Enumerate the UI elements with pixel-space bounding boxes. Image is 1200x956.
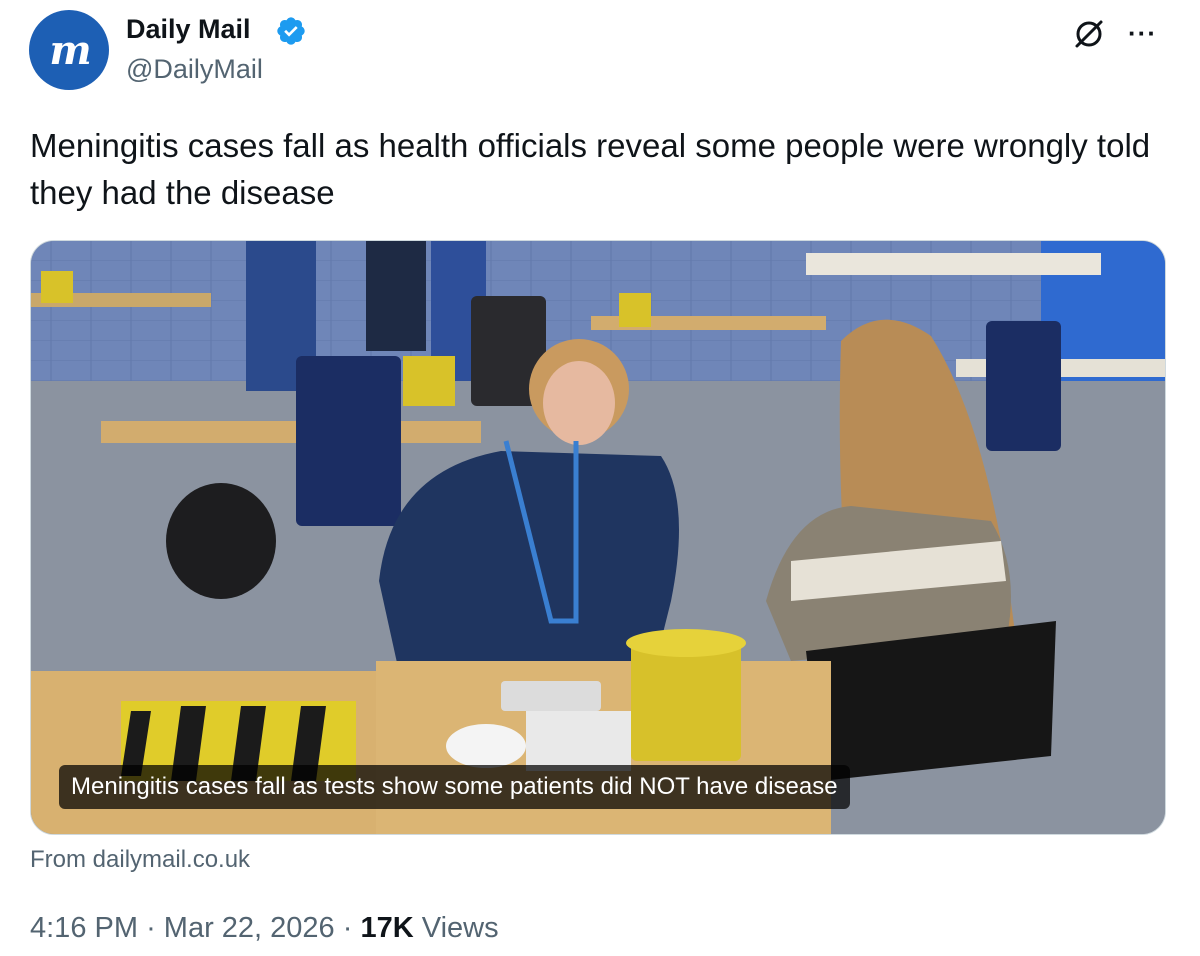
tweet-time[interactable]: 4:16 PM [30, 912, 138, 944]
avatar-logo-letters: m [49, 26, 91, 74]
card-source[interactable]: From dailymail.co.uk [30, 846, 250, 874]
meta-separator: · [146, 912, 156, 944]
link-card[interactable]: Meningitis cases fall as tests show some… [30, 240, 1166, 835]
views-count: 17K [360, 912, 414, 944]
verified-badge-icon [277, 17, 305, 45]
more-icon[interactable]: ··· [1128, 18, 1157, 49]
display-name[interactable]: Daily Mail [126, 14, 251, 45]
grok-icon[interactable] [1071, 16, 1107, 52]
handle[interactable]: @DailyMail [126, 54, 263, 85]
avatar[interactable]: m [29, 10, 109, 90]
tweet-text: Meningitis cases fall as health official… [30, 127, 1151, 211]
meta-separator: · [342, 912, 353, 944]
article-photo [31, 241, 1165, 834]
tweet-date[interactable]: Mar 22, 2026 [164, 912, 335, 944]
views-label: Views [421, 912, 499, 944]
card-caption: Meningitis cases fall as tests show some… [59, 765, 850, 809]
tweet-meta: 4:16 PM · Mar 22, 2026 · 17K Views [30, 912, 499, 945]
